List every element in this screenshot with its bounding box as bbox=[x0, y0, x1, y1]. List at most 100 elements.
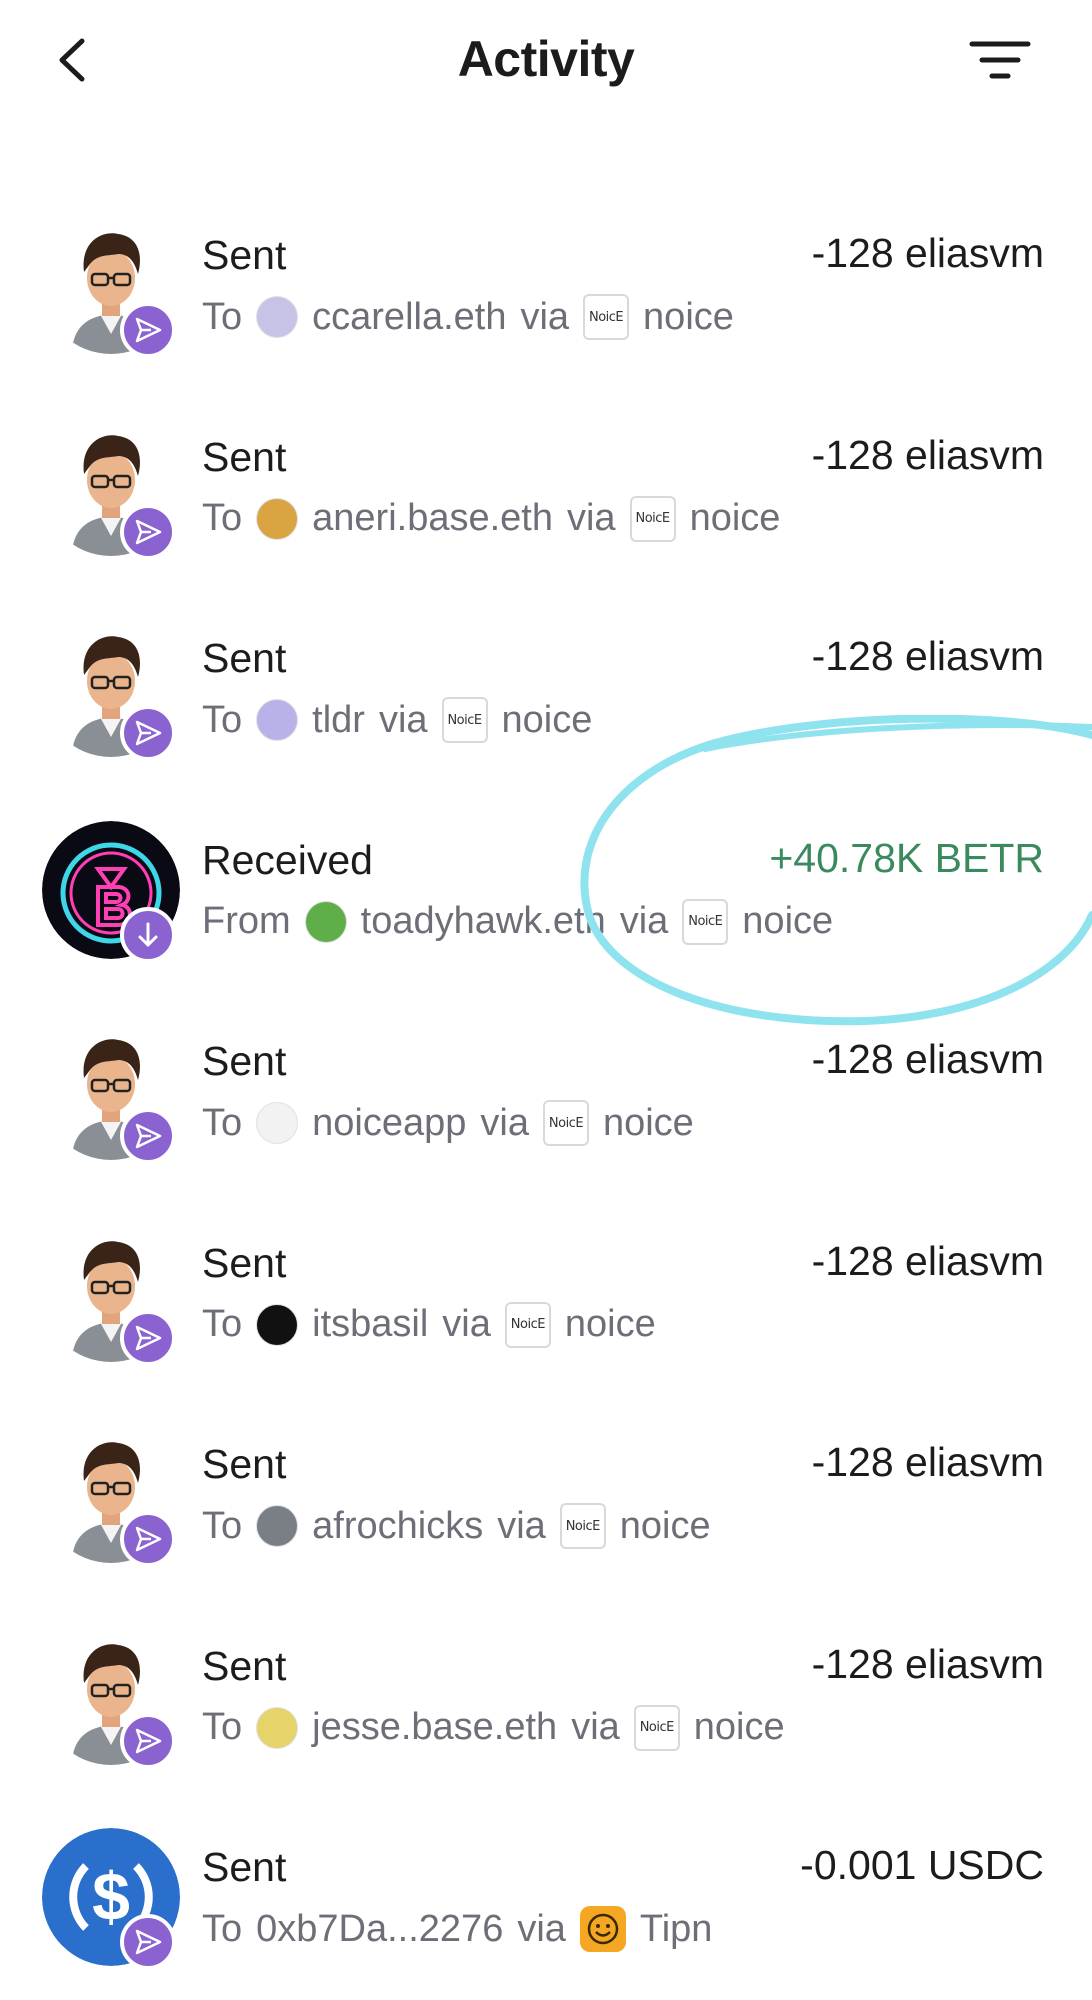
transaction-type: Sent bbox=[202, 1844, 287, 1890]
transaction-amount: -128 eliasvm bbox=[811, 230, 1044, 276]
activity-list: Sent -128 eliasvm To ccarella.eth via No… bbox=[0, 200, 1092, 2000]
noice-app-icon: NoicE bbox=[441, 697, 488, 743]
transaction-detail: To aneri.base.eth via NoicE noice bbox=[202, 494, 780, 544]
transaction-detail: To 0xb7Da...2276 via Tipn bbox=[202, 1904, 712, 1954]
noice-app-icon: NoicE bbox=[542, 1100, 589, 1146]
activity-row[interactable]: Sent -128 eliasvm To noiceapp via NoicE … bbox=[0, 1006, 1092, 1208]
app-name: noice bbox=[643, 295, 734, 338]
direction-preposition: To bbox=[202, 295, 243, 338]
direction-preposition: To bbox=[202, 1907, 243, 1950]
app-name: noice bbox=[501, 698, 593, 741]
counterparty-name[interactable]: aneri.base.eth bbox=[312, 497, 553, 540]
transaction-detail: To tldr via NoicE noice bbox=[202, 695, 592, 745]
header: Activity bbox=[0, 0, 1092, 130]
transaction-type: Sent bbox=[202, 1038, 287, 1084]
app-name: noice bbox=[693, 1706, 785, 1748]
counterparty-name[interactable]: toadyhawk.eth bbox=[361, 900, 606, 943]
send-icon bbox=[135, 1123, 162, 1149]
activity-row[interactable]: Sent -128 eliasvm To tldr via NoicE noic… bbox=[0, 603, 1092, 805]
activity-row[interactable]: Sent -128 eliasvm To jesse.base.eth via … bbox=[0, 1611, 1092, 1813]
counterparty-name[interactable]: noiceapp bbox=[312, 1102, 466, 1145]
app-name: noice bbox=[564, 1303, 656, 1345]
filter-icon bbox=[969, 41, 1031, 79]
transaction-avatar bbox=[42, 417, 180, 560]
send-icon bbox=[135, 519, 162, 544]
transaction-detail: To itsbasil via NoicE noice bbox=[202, 1300, 656, 1350]
counterparty-name[interactable]: tldr bbox=[312, 699, 365, 742]
counterparty-avatar bbox=[256, 296, 299, 338]
counterparty-name[interactable]: afrochicks bbox=[312, 1505, 483, 1548]
transaction-amount: -128 eliasvm bbox=[811, 1036, 1044, 1082]
direction-preposition: To bbox=[202, 497, 243, 539]
counterparty-avatar bbox=[256, 1706, 299, 1749]
direction-badge bbox=[120, 906, 176, 963]
transaction-type: Received bbox=[202, 836, 373, 883]
transaction-amount: -128 eliasvm bbox=[811, 1640, 1044, 1687]
via-label: via bbox=[566, 497, 616, 539]
transaction-avatar bbox=[42, 820, 180, 963]
activity-row[interactable]: Sent -128 eliasvm To itsbasil via NoicE … bbox=[0, 1208, 1092, 1410]
send-icon bbox=[135, 1728, 162, 1753]
counterparty-avatar bbox=[256, 1505, 299, 1547]
transaction-type: Sent bbox=[202, 1239, 287, 1286]
transaction-amount: -128 eliasvm bbox=[811, 431, 1044, 478]
counterparty-avatar bbox=[304, 900, 347, 943]
transaction-avatar bbox=[42, 1223, 180, 1366]
app-name: noice bbox=[619, 1504, 711, 1547]
noice-app-icon: NoicE bbox=[633, 1704, 680, 1751]
noice-app-icon: NoicE bbox=[559, 1503, 606, 1549]
transaction-amount: -128 eliasvm bbox=[811, 633, 1044, 679]
counterparty-avatar bbox=[256, 699, 299, 741]
via-label: via bbox=[571, 1706, 620, 1748]
transaction-amount: +40.78K BETR bbox=[769, 834, 1044, 881]
noice-app-icon: NoicE bbox=[629, 495, 676, 542]
transaction-avatar bbox=[42, 216, 180, 358]
noice-app-icon: NoicE bbox=[583, 294, 630, 340]
transaction-avatar bbox=[42, 1022, 180, 1164]
transaction-avatar bbox=[42, 1425, 180, 1567]
direction-badge bbox=[120, 1108, 176, 1164]
counterparty-avatar bbox=[256, 497, 299, 540]
transaction-detail: To afrochicks via NoicE noice bbox=[202, 1501, 711, 1551]
via-label: via bbox=[442, 1303, 491, 1345]
app-name: noice bbox=[689, 497, 781, 539]
via-label: via bbox=[517, 1907, 566, 1950]
direction-badge bbox=[120, 1309, 176, 1366]
send-icon bbox=[135, 1325, 162, 1350]
direction-badge bbox=[120, 1712, 176, 1769]
via-label: via bbox=[520, 295, 570, 338]
counterparty-name[interactable]: itsbasil bbox=[312, 1303, 428, 1346]
direction-badge bbox=[120, 705, 176, 761]
direction-preposition: From bbox=[202, 900, 291, 942]
transaction-type: Sent bbox=[202, 1441, 287, 1487]
filter-button[interactable] bbox=[968, 38, 1032, 86]
transaction-amount: -128 eliasvm bbox=[811, 1439, 1044, 1485]
activity-row[interactable]: Sent -128 eliasvm To afrochicks via Noic… bbox=[0, 1409, 1092, 1611]
svg-text:$: $ bbox=[92, 1859, 130, 1935]
counterparty-name[interactable]: 0xb7Da...2276 bbox=[256, 1908, 503, 1951]
noice-app-icon: NoicE bbox=[504, 1301, 551, 1348]
page-title: Activity bbox=[457, 31, 635, 87]
activity-row[interactable]: Sent -128 eliasvm To ccarella.eth via No… bbox=[0, 200, 1092, 402]
transaction-type: Sent bbox=[202, 232, 287, 278]
via-label: via bbox=[619, 900, 669, 942]
activity-row[interactable]: $ Sent -0.001 USDC To 0xb7Da...2276 via … bbox=[0, 1812, 1092, 2000]
send-icon bbox=[135, 720, 162, 746]
counterparty-name[interactable]: ccarella.eth bbox=[312, 296, 506, 339]
activity-row[interactable]: Received +40.78K BETR From toadyhawk.eth… bbox=[0, 805, 1092, 1007]
transaction-avatar bbox=[42, 1626, 180, 1769]
direction-badge bbox=[120, 1511, 176, 1567]
send-icon bbox=[135, 317, 162, 343]
transaction-type: Sent bbox=[202, 635, 287, 681]
transaction-amount: -0.001 USDC bbox=[800, 1842, 1044, 1888]
transaction-type: Sent bbox=[202, 1642, 287, 1689]
send-icon bbox=[135, 1526, 162, 1552]
counterparty-name[interactable]: jesse.base.eth bbox=[312, 1706, 557, 1749]
transaction-amount: -128 eliasvm bbox=[811, 1237, 1044, 1284]
direction-badge bbox=[120, 302, 176, 358]
app-name: Tipn bbox=[639, 1907, 713, 1950]
activity-row[interactable]: Sent -128 eliasvm To aneri.base.eth via … bbox=[0, 402, 1092, 604]
counterparty-avatar bbox=[256, 1303, 299, 1346]
app-name: noice bbox=[602, 1101, 694, 1144]
send-icon bbox=[135, 1929, 162, 1955]
